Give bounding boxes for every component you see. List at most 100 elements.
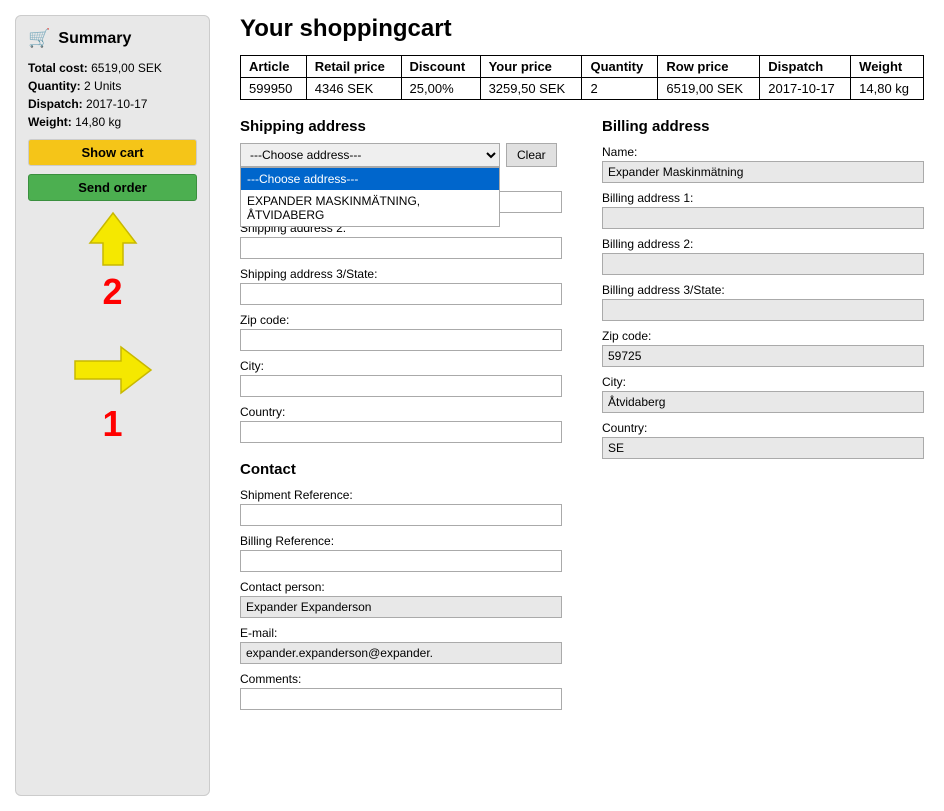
billing-zip-label: Zip code: xyxy=(602,329,924,343)
shipping-address-dropdown-area: ---Choose address--- EXPANDER MASKINMÄTN… xyxy=(240,143,562,167)
shipment-ref-field: Shipment Reference: xyxy=(240,488,562,526)
billing-city-input[interactable] xyxy=(602,391,924,413)
billing-address1-field: Billing address 1: xyxy=(602,191,924,229)
dropdown-item-choose[interactable]: ---Choose address--- xyxy=(241,168,499,190)
billing-country-field: Country: xyxy=(602,421,924,459)
show-cart-button[interactable]: Show cart xyxy=(28,139,197,166)
shipping-zip-label: Zip code: xyxy=(240,313,562,327)
weight-label: Weight: xyxy=(28,115,72,129)
shipment-ref-label: Shipment Reference: xyxy=(240,488,562,502)
shipping-zip-field: Zip code: xyxy=(240,313,562,351)
billing-address2-field: Billing address 2: xyxy=(602,237,924,275)
shipping-city-field: City: xyxy=(240,359,562,397)
dispatch-label: Dispatch: xyxy=(28,97,83,111)
comments-input[interactable] xyxy=(240,688,562,710)
table-cell: 14,80 kg xyxy=(851,78,924,100)
billing-address3-field: Billing address 3/State: xyxy=(602,283,924,321)
sidebar-header: 🛒 Summary xyxy=(28,28,197,49)
table-header-row: Article Retail price Discount Your price… xyxy=(241,56,924,78)
col-row-price: Row price xyxy=(658,56,760,78)
shipping-city-input[interactable] xyxy=(240,375,562,397)
comments-field: Comments: xyxy=(240,672,562,710)
weight-value: 14,80 kg xyxy=(75,115,121,129)
contact-section: Contact Shipment Reference: Billing Refe… xyxy=(240,461,562,710)
contact-person-input[interactable] xyxy=(240,596,562,618)
billing-ref-input[interactable] xyxy=(240,550,562,572)
contact-section-title: Contact xyxy=(240,461,562,478)
shipping-address2-input[interactable] xyxy=(240,237,562,259)
cart-icon: 🛒 xyxy=(28,28,50,49)
table-cell: 3259,50 SEK xyxy=(480,78,582,100)
main-content: Your shoppingcart Article Retail price D… xyxy=(220,0,944,811)
quantity-row: Quantity: 2 Units xyxy=(28,79,197,93)
table-cell: 25,00% xyxy=(401,78,480,100)
sidebar: 🛒 Summary Total cost: 6519,00 SEK Quanti… xyxy=(15,15,210,796)
billing-name-label: Name: xyxy=(602,145,924,159)
col-discount: Discount xyxy=(401,56,480,78)
annotation-1-label: 1 xyxy=(28,403,197,445)
billing-address1-input[interactable] xyxy=(602,207,924,229)
billing-address1-label: Billing address 1: xyxy=(602,191,924,205)
send-order-button[interactable]: Send order xyxy=(28,174,197,201)
weight-row: Weight: 14,80 kg xyxy=(28,115,197,129)
col-dispatch: Dispatch xyxy=(760,56,851,78)
shipment-ref-input[interactable] xyxy=(240,504,562,526)
shipping-zip-input[interactable] xyxy=(240,329,562,351)
billing-city-field: City: xyxy=(602,375,924,413)
shipping-address3-label: Shipping address 3/State: xyxy=(240,267,562,281)
billing-address3-input[interactable] xyxy=(602,299,924,321)
billing-section-title: Billing address xyxy=(602,118,924,135)
shipping-dropdown-row: ---Choose address--- EXPANDER MASKINMÄTN… xyxy=(240,143,562,167)
shipping-country-label: Country: xyxy=(240,405,562,419)
total-cost-label: Total cost: xyxy=(28,61,88,75)
table-cell: 4346 SEK xyxy=(306,78,401,100)
annotation-1-area: 1 xyxy=(28,343,197,445)
comments-label: Comments: xyxy=(240,672,562,686)
billing-address2-label: Billing address 2: xyxy=(602,237,924,251)
dropdown-list: ---Choose address--- EXPANDER MASKINMÄTN… xyxy=(240,167,500,227)
annotation-2-area: 2 xyxy=(28,211,197,313)
shipping-country-field: Country: xyxy=(240,405,562,443)
billing-address3-label: Billing address 3/State: xyxy=(602,283,924,297)
total-cost-row: Total cost: 6519,00 SEK xyxy=(28,61,197,75)
annotation-2-label: 2 xyxy=(28,271,197,313)
billing-zip-field: Zip code: xyxy=(602,329,924,367)
billing-city-label: City: xyxy=(602,375,924,389)
dropdown-item-expander[interactable]: EXPANDER MASKINMÄTNING, ÅTVIDABERG xyxy=(241,190,499,226)
billing-zip-input[interactable] xyxy=(602,345,924,367)
arrow-up-icon xyxy=(88,211,138,266)
clear-button[interactable]: Clear xyxy=(506,143,557,167)
page-title: Your shoppingcart xyxy=(240,15,924,43)
billing-ref-field: Billing Reference: xyxy=(240,534,562,572)
email-field: E-mail: xyxy=(240,626,562,664)
table-cell: 6519,00 SEK xyxy=(658,78,760,100)
billing-country-input[interactable] xyxy=(602,437,924,459)
shipping-address3-field: Shipping address 3/State: xyxy=(240,267,562,305)
col-weight: Weight xyxy=(851,56,924,78)
table-row: 5999504346 SEK25,00%3259,50 SEK26519,00 … xyxy=(241,78,924,100)
table-cell: 2017-10-17 xyxy=(760,78,851,100)
billing-name-input[interactable] xyxy=(602,161,924,183)
contact-person-label: Contact person: xyxy=(240,580,562,594)
shipping-address-select[interactable]: ---Choose address--- EXPANDER MASKINMÄTN… xyxy=(240,143,500,167)
dispatch-value: 2017-10-17 xyxy=(86,97,147,111)
billing-country-label: Country: xyxy=(602,421,924,435)
sidebar-title: Summary xyxy=(58,30,131,48)
shipping-col: Shipping address ---Choose address--- EX… xyxy=(240,118,562,710)
email-label: E-mail: xyxy=(240,626,562,640)
table-cell: 2 xyxy=(582,78,658,100)
email-input[interactable] xyxy=(240,642,562,664)
billing-col: Billing address Name: Billing address 1:… xyxy=(602,118,924,710)
billing-address2-input[interactable] xyxy=(602,253,924,275)
col-retail-price: Retail price xyxy=(306,56,401,78)
quantity-label: Quantity: xyxy=(28,79,81,93)
shipping-address3-input[interactable] xyxy=(240,283,562,305)
dispatch-row: Dispatch: 2017-10-17 xyxy=(28,97,197,111)
arrow-right-icon xyxy=(73,343,153,398)
order-table: Article Retail price Discount Your price… xyxy=(240,55,924,100)
col-quantity: Quantity xyxy=(582,56,658,78)
col-article: Article xyxy=(241,56,307,78)
billing-ref-label: Billing Reference: xyxy=(240,534,562,548)
shipping-country-input[interactable] xyxy=(240,421,562,443)
shipping-city-label: City: xyxy=(240,359,562,373)
